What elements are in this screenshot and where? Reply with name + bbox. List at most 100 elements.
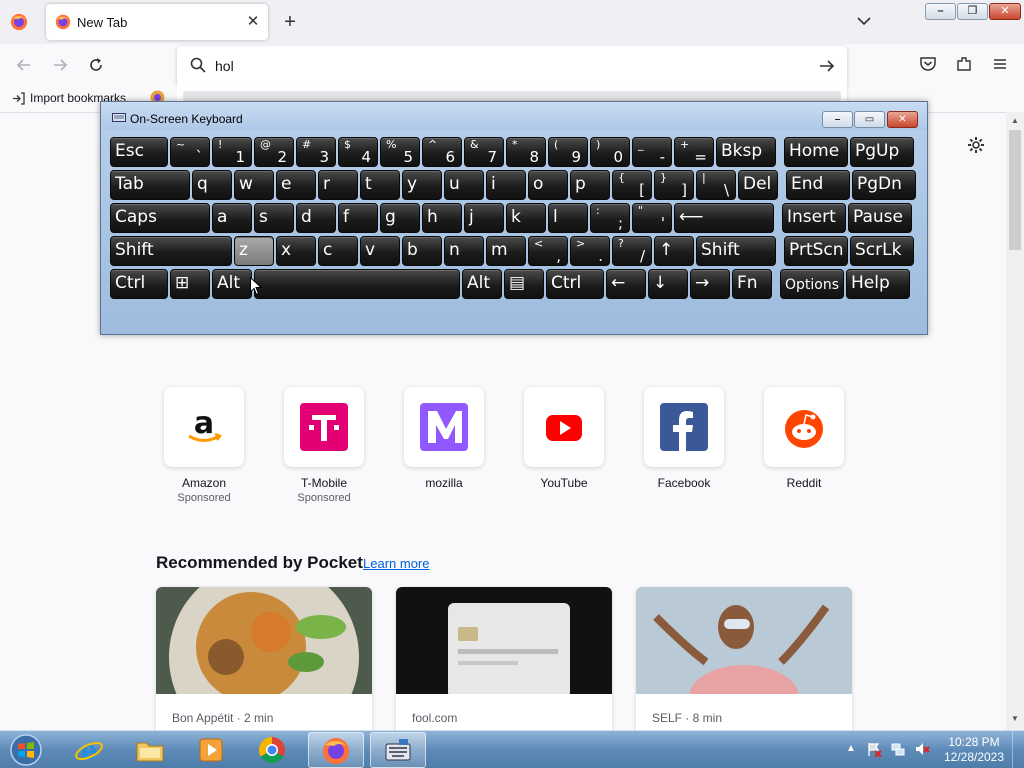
shortcut-t-mobile[interactable]: T-Mobile Sponsored <box>264 387 384 504</box>
key-e[interactable]: e <box>276 170 316 200</box>
gear-icon[interactable] <box>966 135 986 155</box>
key-q[interactable]: q <box>192 170 232 200</box>
suggestion-row[interactable] <box>183 91 841 101</box>
key-symbol[interactable]: _ - <box>632 137 672 167</box>
osk-restore-button[interactable]: ▭ <box>854 111 885 128</box>
go-arrow-icon[interactable] <box>817 56 837 76</box>
shortcut-mozilla[interactable]: mozilla <box>384 387 504 490</box>
key-symbol[interactable]: ^ 6 <box>422 137 462 167</box>
key-end[interactable]: End <box>786 170 850 200</box>
key-symbol[interactable]: :; <box>590 203 630 233</box>
key-symbol[interactable]: & 7 <box>464 137 504 167</box>
extensions-icon[interactable] <box>955 55 973 73</box>
key-n[interactable]: n <box>444 236 484 266</box>
key-u[interactable]: u <box>444 170 484 200</box>
key-w[interactable]: w <box>234 170 274 200</box>
pocket-card[interactable]: fool.com <box>396 587 612 730</box>
key-m[interactable]: m <box>486 236 526 266</box>
shortcut-tile[interactable] <box>524 387 604 467</box>
key-h[interactable]: h <box>422 203 462 233</box>
window-minimize-button[interactable]: – <box>925 3 956 20</box>
key-l[interactable]: l <box>548 203 588 233</box>
taskbar-on-screen-keyboard[interactable] <box>370 732 426 768</box>
key-symbol[interactable]: {[ <box>612 170 652 200</box>
key-caps[interactable]: Caps <box>110 203 210 233</box>
key-prtscn[interactable]: PrtScn <box>784 236 848 266</box>
osk-close-button[interactable]: ✕ <box>887 111 918 128</box>
key-scrlk[interactable]: ScrLk <box>850 236 914 266</box>
reload-icon[interactable] <box>86 55 106 75</box>
shortcut-tile[interactable] <box>764 387 844 467</box>
pocket-card[interactable]: Bon Appétit · 2 min <box>156 587 372 730</box>
key-z[interactable]: z <box>234 236 274 266</box>
key-s[interactable]: s <box>254 203 294 233</box>
key-alt[interactable]: Alt <box>462 269 502 299</box>
key-v[interactable]: v <box>360 236 400 266</box>
key-symbol[interactable]: * 8 <box>506 137 546 167</box>
key-symbol[interactable]: % 5 <box>380 137 420 167</box>
key-symbol[interactable]: ) 0 <box>590 137 630 167</box>
scroll-down-icon[interactable]: ▼ <box>1010 714 1020 724</box>
key-alt[interactable]: Alt <box>212 269 252 299</box>
key-d[interactable]: d <box>296 203 336 233</box>
key-symbol[interactable]: ⟵ <box>674 203 774 233</box>
key-insert[interactable]: Insert <box>782 203 846 233</box>
key-x[interactable]: x <box>276 236 316 266</box>
chevron-down-icon[interactable] <box>855 12 873 30</box>
key-symbol[interactable]: #3 <box>296 137 336 167</box>
shortcut-tile[interactable]: a <box>164 387 244 467</box>
key-symbol[interactable]: ~ ` <box>170 137 210 167</box>
key-g[interactable]: g <box>380 203 420 233</box>
shortcut-amazon[interactable]: a Amazon Sponsored <box>144 387 264 504</box>
key-tab[interactable]: Tab <box>110 170 190 200</box>
key-symbol[interactable]: ▤ <box>504 269 544 299</box>
action-center-flag-icon[interactable] <box>866 741 882 757</box>
key-a[interactable]: a <box>212 203 252 233</box>
shortcut-reddit[interactable]: Reddit <box>744 387 864 490</box>
key-o[interactable]: o <box>528 170 568 200</box>
key-i[interactable]: i <box>486 170 526 200</box>
key-symbol[interactable]: >. <box>570 236 610 266</box>
key-pause[interactable]: Pause <box>848 203 912 233</box>
taskbar-firefox[interactable] <box>308 732 364 768</box>
firefox-menu-icon[interactable] <box>10 13 28 31</box>
url-bar[interactable]: hol <box>177 46 847 86</box>
key-ctrl[interactable]: Ctrl <box>546 269 604 299</box>
key-del[interactable]: Del <box>738 170 778 200</box>
taskbar-internet-explorer[interactable]: e <box>62 732 118 768</box>
shortcut-tile[interactable] <box>284 387 364 467</box>
key-t[interactable]: t <box>360 170 400 200</box>
key-pgup[interactable]: PgUp <box>850 137 914 167</box>
key-symbol[interactable]: }] <box>654 170 694 200</box>
osk-titlebar[interactable]: On-Screen Keyboard – ▭ ✕ <box>101 102 927 130</box>
tab-new-tab[interactable]: New Tab ✕ <box>46 4 268 40</box>
key-symbol[interactable]: " ' <box>632 203 672 233</box>
hamburger-menu-icon[interactable] <box>991 55 1009 73</box>
key-symbol[interactable]: | \ <box>696 170 736 200</box>
volume-muted-icon[interactable] <box>914 741 930 757</box>
key-c[interactable]: c <box>318 236 358 266</box>
window-close-button[interactable]: ✕ <box>989 3 1021 20</box>
key-p[interactable]: p <box>570 170 610 200</box>
key-b[interactable]: b <box>402 236 442 266</box>
windows-start-icon[interactable] <box>8 733 44 767</box>
key-j[interactable]: j <box>464 203 504 233</box>
key-symbol[interactable]: @2 <box>254 137 294 167</box>
key-symbol[interactable]: ? / <box>612 236 652 266</box>
tray-expand-icon[interactable]: ▲ <box>846 743 856 754</box>
key-symbol[interactable]: ← <box>606 269 646 299</box>
key-bksp[interactable]: Bksp <box>716 137 776 167</box>
key-symbol[interactable]: ↓ <box>648 269 688 299</box>
key-pgdn[interactable]: PgDn <box>852 170 916 200</box>
key-space[interactable] <box>254 269 460 299</box>
shortcut-youtube[interactable]: YouTube <box>504 387 624 490</box>
pocket-icon[interactable] <box>919 55 937 73</box>
key-y[interactable]: y <box>402 170 442 200</box>
key-help[interactable]: Help <box>846 269 910 299</box>
key-home[interactable]: Home <box>784 137 848 167</box>
key-k[interactable]: k <box>506 203 546 233</box>
taskbar-chrome[interactable] <box>245 732 301 768</box>
key-fn[interactable]: Fn <box>732 269 772 299</box>
scrollbar-thumb[interactable] <box>1009 130 1021 250</box>
key-symbol[interactable]: ↑ <box>654 236 694 266</box>
